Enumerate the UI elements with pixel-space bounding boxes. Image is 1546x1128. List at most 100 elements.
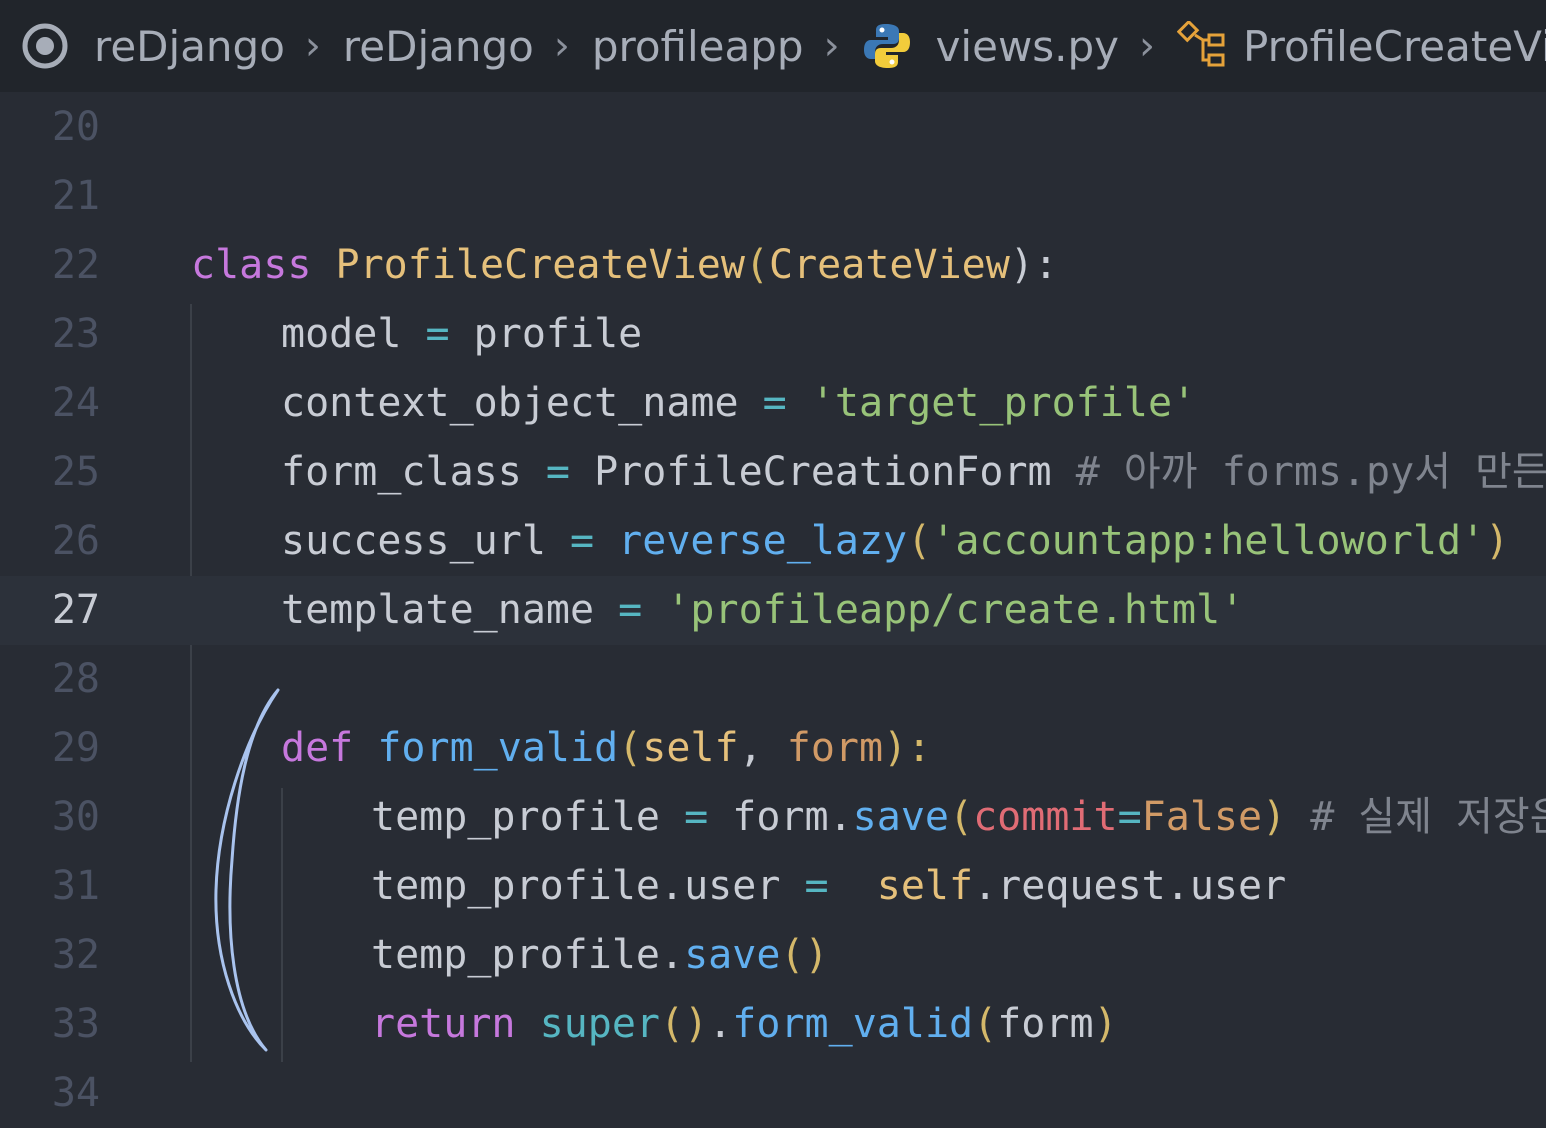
code-token: super [539,1001,661,1047]
code-token: # 아까 forms.py서 만든거 [1051,449,1546,495]
class-symbol-icon [1177,21,1225,67]
code-text: context_object_name = 'target_profile' [281,369,1196,438]
line-number: 24 [51,380,100,426]
code-token: = [521,449,595,495]
code-line[interactable]: 33 return super().form_valid(form) [0,990,1546,1059]
code-line[interactable]: 27 template_name = 'profileapp/create.htm… [0,576,1546,645]
code-token: False [1141,794,1263,840]
code-text: form_class = ProfileCreationForm # 아까 fo… [281,438,1546,507]
code-text: template_name = 'profileapp/create.html' [281,576,1244,645]
code-token: ProfileCreateView [335,242,745,288]
line-number: 33 [51,1001,100,1047]
code-token: . [708,1001,733,1047]
code-token: reverse_lazy [618,518,908,564]
breadcrumb-item-profileapp[interactable]: profileapp [592,22,804,71]
breadcrumb-item-workspace[interactable]: reDjango [20,21,285,71]
line-number: 26 [51,518,100,564]
code-text: temp_profile.save() [371,921,829,990]
code-text: success_url = reverse_lazy('accountapp:h… [281,507,1509,576]
code-token: ): [883,725,932,771]
code-token: () [780,932,829,978]
line-number: 22 [51,242,100,288]
code-token: CreateView [769,242,1010,288]
code-line[interactable]: 29 def form_valid(self, form): [0,714,1546,783]
code-token: save [684,932,781,978]
code-line[interactable]: 30 temp_profile = form.save(commit=False)… [0,783,1546,852]
code-token: = [659,794,733,840]
line-number: 27 [51,587,100,633]
code-token: model [281,311,402,357]
chevron-right-icon: › [304,23,321,69]
code-token: template_name [281,587,595,633]
code-line[interactable]: 21 [0,162,1546,231]
code-line[interactable]: 34 [0,1059,1546,1128]
code-token: = [545,518,619,564]
chevron-right-icon: › [1139,23,1156,69]
code-token: 'profileapp/create.html' [666,587,1245,633]
code-token: # 실제 저장은 [1286,794,1546,840]
breadcrumb-item-folder[interactable]: reDjango [343,22,534,71]
code-token: save [852,794,949,840]
code-text: return super().form_valid(form) [371,990,1118,1059]
code-token: temp_profile.user [371,863,781,909]
code-line[interactable]: 20 [0,93,1546,162]
code-token: success_url [281,518,546,564]
breadcrumb-label: views.py [935,21,1120,71]
code-token: ProfileCreationForm [594,449,1052,495]
line-number: 23 [51,311,100,357]
code-token: = [780,863,853,909]
line-number: 20 [51,104,100,150]
code-text: temp_profile.user = self.request.user [371,852,1286,921]
code-line[interactable]: 31 temp_profile.user = self.request.user [0,852,1546,921]
code-token: ( [618,725,643,771]
code-line[interactable]: 32 temp_profile.save() [0,921,1546,990]
code-text: model = profile [281,300,642,369]
code-line[interactable]: 26 success_url = reverse_lazy('accountapp… [0,507,1546,576]
code-token: ): [1009,242,1059,288]
code-token: .request.user [973,863,1287,909]
code-token: temp_profile [371,794,660,840]
code-token: , [738,725,787,771]
code-token: return [371,1001,516,1047]
code-token: form_valid [732,1001,974,1047]
workspace-circle-icon [22,23,68,69]
code-line[interactable]: 25 form_class = ProfileCreationForm # 아까 … [0,438,1546,507]
code-line[interactable]: 22 class ProfileCreateView(CreateView): [0,231,1546,300]
breadcrumb-label: profileapp [591,21,804,71]
code-token: commit [973,794,1118,840]
breadcrumb-item-class[interactable]: ProfileCreateView [1177,21,1546,71]
code-line[interactable]: 23 model = profile [0,300,1546,369]
python-icon [863,24,910,68]
breadcrumb-label: reDjango [94,21,285,71]
code-token: ( [907,518,932,564]
code-text: class ProfileCreateView(CreateView): [191,231,1058,300]
line-number: 30 [51,794,100,840]
code-token: ) [1093,1001,1118,1047]
code-line[interactable]: 28 [0,645,1546,714]
code-token: ( [948,794,974,840]
code-token: self [876,863,974,909]
code-line[interactable]: 24 context_object_name = 'target_profile' [0,369,1546,438]
breadcrumb-item-views-py[interactable]: views.py [862,21,1119,71]
line-number: 34 [51,1070,100,1116]
code-token: ) [1262,794,1287,840]
breadcrumb: reDjango › reDjango › profileapp › views… [0,0,1546,92]
code-text: temp_profile = form.save(commit=False) #… [371,783,1546,852]
line-number: 25 [51,449,100,495]
code-token: 'target_profile' [810,380,1197,426]
line-number: 32 [51,932,100,978]
code-token: form_valid [377,725,619,771]
line-number: 29 [51,725,100,771]
chevron-right-icon: › [823,23,840,69]
line-number: 21 [51,173,100,219]
code-token: 'accountapp:helloworld' [931,518,1486,564]
code-text: def form_valid(self, form): [281,714,931,783]
code-token: ( [973,1001,998,1047]
code-token: self [642,725,739,771]
code-editor[interactable]: 20 21 22 class ProfileCreateView(CreateView… [0,92,1546,1116]
code-token: temp_profile. [371,932,685,978]
